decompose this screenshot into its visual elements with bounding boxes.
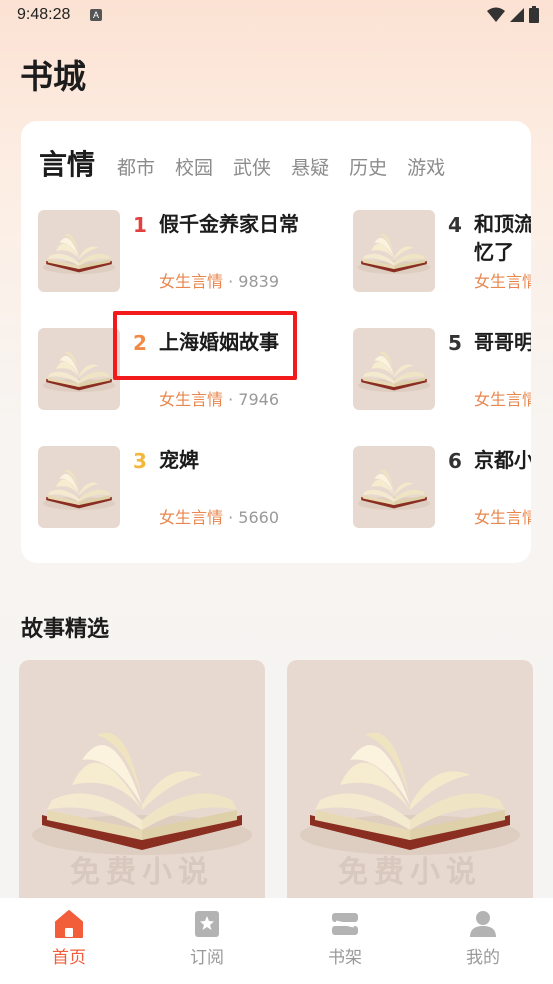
battery-icon <box>529 6 539 23</box>
book-meta: 女生言情 <box>474 386 531 410</box>
story-cover: 免费小说 <box>287 660 533 910</box>
nav-label: 书架 <box>328 948 362 968</box>
book-genre: 女生言情 <box>474 508 531 527</box>
book-count: · 5660 <box>223 508 279 527</box>
book-cover <box>38 446 120 528</box>
book-meta: 女生言情 <box>474 504 531 528</box>
ranking-item[interactable]: 6 京都小 女生言情 <box>353 446 531 536</box>
book-cover <box>353 328 435 410</box>
book-genre: 女生言情 <box>159 390 224 409</box>
signal-icon <box>510 7 524 22</box>
nav-bookshelf[interactable]: 书架 <box>276 898 414 984</box>
book-meta: 女生言情 · 7946 <box>159 386 279 410</box>
book-count: · 7946 <box>223 390 279 409</box>
book-genre: 女生言情 <box>159 272 224 291</box>
ranking-item[interactable]: 3 宠婢 女生言情 · 5660 <box>38 446 358 536</box>
nav-label: 首页 <box>52 948 86 968</box>
home-icon <box>55 910 83 938</box>
nav-home[interactable]: 首页 <box>0 898 138 984</box>
ranking-item[interactable]: 5 哥哥明 女生言情 <box>353 328 531 418</box>
bookshelf-icon <box>332 913 358 935</box>
tab-xuanyi[interactable]: 悬疑 <box>291 153 329 180</box>
book-cover <box>353 210 435 292</box>
tab-lishi[interactable]: 历史 <box>349 153 387 180</box>
book-genre: 女生言情 <box>474 390 531 409</box>
book-meta: 女生言情 · 5660 <box>159 504 279 528</box>
profile-icon <box>470 911 496 937</box>
book-meta: 女生言情 <box>474 268 531 292</box>
tab-youxi[interactable]: 游戏 <box>407 153 445 180</box>
rank-number: 3 <box>133 449 147 473</box>
cover-watermark: 免费小说 <box>70 855 214 890</box>
book-cover <box>353 446 435 528</box>
book-title: 和顶流 忆了 <box>474 212 531 264</box>
category-tabs: 言情 都市 校园 武侠 悬疑 历史 游戏 <box>39 143 465 183</box>
bottom-nav: 首页 订阅 书架 我的 <box>0 898 553 984</box>
book-cover <box>38 328 120 410</box>
cover-watermark: 免费小说 <box>338 855 482 890</box>
status-bar: 9:48:28 A <box>0 0 553 32</box>
book-count: · 9839 <box>223 272 279 291</box>
story-cover: 免费小说 <box>19 660 265 910</box>
rank-number: 5 <box>448 331 462 355</box>
book-meta: 女生言情 · 9839 <box>159 268 279 292</box>
tab-wuxia[interactable]: 武侠 <box>233 153 271 180</box>
tab-yanqing[interactable]: 言情 <box>39 143 95 183</box>
tab-dushi[interactable]: 都市 <box>117 153 155 180</box>
bookmark-icon <box>195 911 219 937</box>
page-title: 书城 <box>20 57 86 96</box>
status-time: 9:48:28 <box>17 6 71 23</box>
book-title: 宠婢 <box>159 448 199 472</box>
ranking-item[interactable]: 4 和顶流 忆了 女生言情 <box>353 210 531 300</box>
book-title: 哥哥明 <box>474 330 531 354</box>
nav-profile[interactable]: 我的 <box>414 898 552 984</box>
section-title: 故事精选 <box>21 617 110 642</box>
book-genre: 女生言情 <box>474 272 531 291</box>
nav-label: 订阅 <box>190 948 224 968</box>
book-genre: 女生言情 <box>159 508 224 527</box>
tab-xiaoyuan[interactable]: 校园 <box>175 153 213 180</box>
nav-subscribe[interactable]: 订阅 <box>138 898 276 984</box>
rank-number: 6 <box>448 449 462 473</box>
ranking-item[interactable]: 1 假千金养家日常 女生言情 · 9839 <box>38 210 358 300</box>
book-title: 假千金养家日常 <box>159 212 299 236</box>
status-icons <box>487 6 539 23</box>
rank-number: 1 <box>133 213 147 237</box>
book-cover <box>38 210 120 292</box>
rank-number: 4 <box>448 213 462 237</box>
status-a-icon: A <box>90 9 102 21</box>
wifi-icon <box>487 7 505 22</box>
nav-label: 我的 <box>466 948 500 968</box>
highlight-box <box>113 311 297 380</box>
book-title: 京都小 <box>474 448 531 472</box>
story-card[interactable]: 免费小说 <box>287 660 533 910</box>
story-card[interactable]: 免费小说 <box>19 660 265 910</box>
